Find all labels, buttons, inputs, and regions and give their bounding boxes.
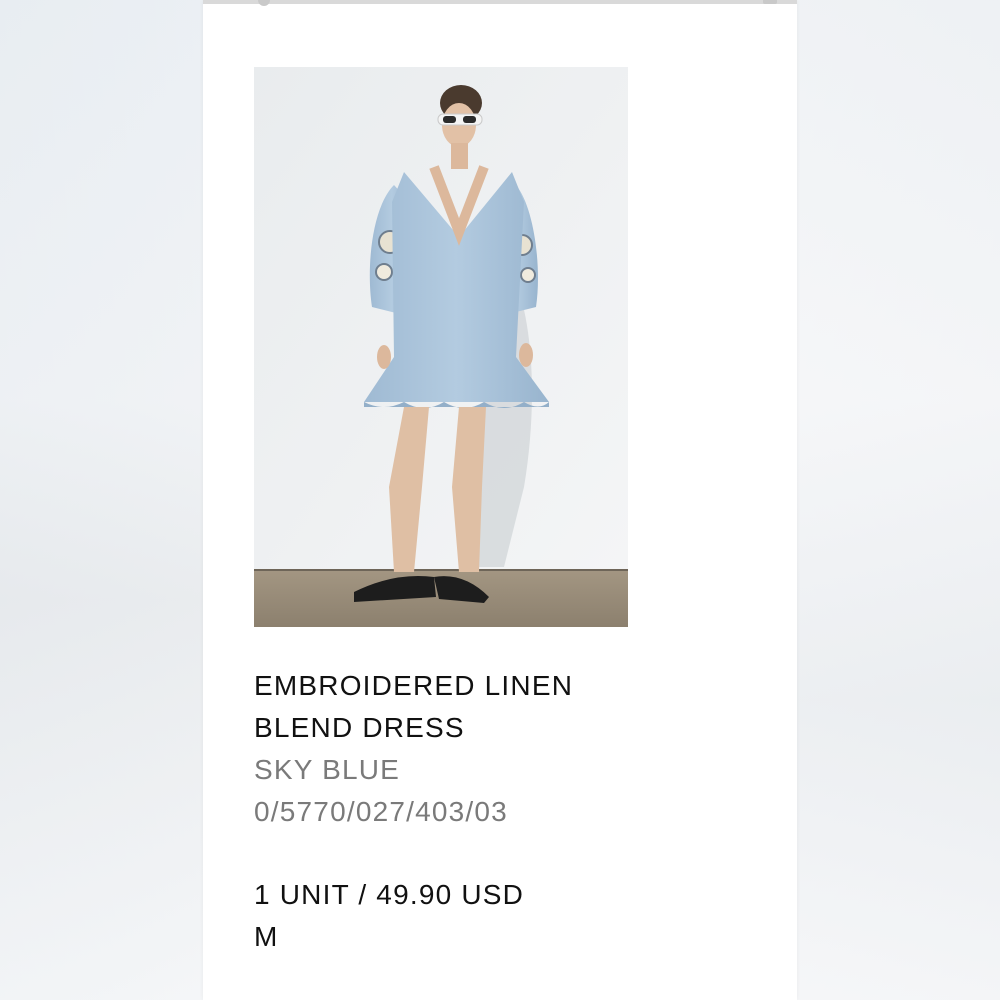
product-color: SKY BLUE [254,754,401,785]
product-name: EMBROIDERED LINEN BLEND DRESS [254,670,574,743]
status-icon [258,0,270,6]
status-bar [203,0,797,6]
product-info: EMBROIDERED LINEN BLEND DRESS SKY BLUE 0… [254,665,754,958]
product-size: M [254,921,279,952]
product-image[interactable] [254,67,628,627]
background-right [797,0,1000,1000]
battery-icon [763,0,777,4]
screen: EMBROIDERED LINEN BLEND DRESS SKY BLUE 0… [203,0,797,1000]
product-photo-icon [254,67,628,627]
quantity-price: 1 UNIT / 49.90 USD [254,879,525,910]
product-reference: 0/5770/027/403/03 [254,796,508,827]
background-left [0,0,203,1000]
order-details: 1 UNIT / 49.90 USD M [254,874,754,958]
